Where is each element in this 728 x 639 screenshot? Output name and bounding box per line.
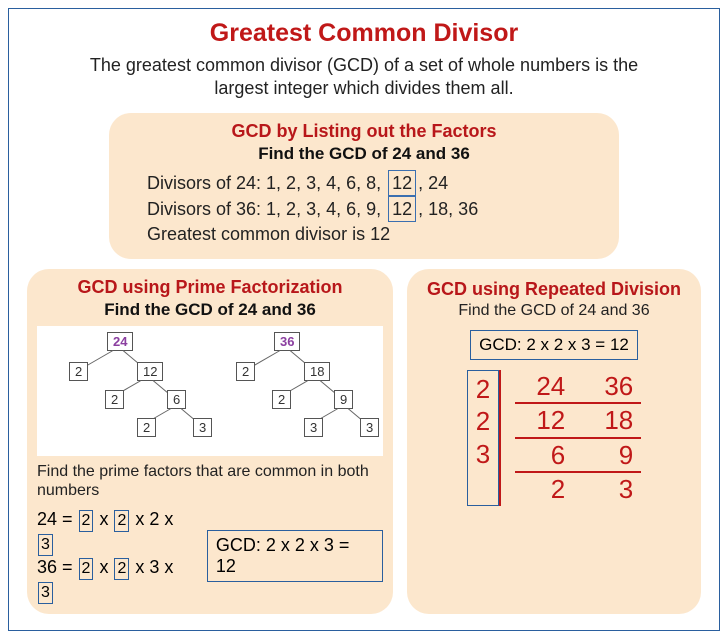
prime-note: Find the prime factors that are common i… <box>37 462 383 500</box>
divisors-36: Divisors of 36: 1, 2, 3, 4, 6, 9, 12, 18… <box>147 196 581 222</box>
prime-gcd-result: GCD: 2 x 2 x 3 = 12 <box>207 530 383 582</box>
tree-node: 6 <box>167 390 186 409</box>
factor-trees: 24 2 12 2 6 2 3 36 <box>37 326 383 456</box>
page-frame: Greatest Common Divisor The greatest com… <box>8 8 720 631</box>
prime-subtitle: Find the GCD of 24 and 36 <box>37 300 383 320</box>
listing-result: Greatest common divisor is 12 <box>147 222 581 246</box>
division-table: 2 2 3 2436 1218 69 23 <box>421 370 687 506</box>
highlight-12: 12 <box>388 196 416 222</box>
prime-title: GCD using Prime Factorization <box>37 277 383 298</box>
tree-node: 2 <box>105 390 124 409</box>
prime-card: GCD using Prime Factorization Find the G… <box>27 269 393 614</box>
tree-node: 3 <box>193 418 212 437</box>
tree-node: 9 <box>334 390 353 409</box>
tree-36: 36 2 18 2 9 3 3 <box>212 332 379 448</box>
division-divisors: 2 2 3 <box>467 370 499 506</box>
tree-node: 2 <box>137 418 156 437</box>
eq-24: 24 = 2 x 2 x 2 x 3 <box>37 508 195 556</box>
page-title: Greatest Common Divisor <box>27 19 701 48</box>
repeated-subtitle: Find the GCD of 24 and 36 <box>421 302 687 320</box>
repeated-gcd-result: GCD: 2 x 2 x 3 = 12 <box>470 330 638 360</box>
division-values: 2436 1218 69 23 <box>499 370 641 506</box>
tree-24: 24 2 12 2 6 2 3 <box>41 332 208 448</box>
listing-title: GCD by Listing out the Factors <box>125 121 603 142</box>
divisors-24: Divisors of 24: 1, 2, 3, 4, 6, 8, 12, 24 <box>147 170 581 196</box>
eq-36: 36 = 2 x 2 x 3 x 3 <box>37 556 195 604</box>
tree-node: 3 <box>304 418 323 437</box>
highlight-12: 12 <box>388 170 416 196</box>
tree-node: 2 <box>272 390 291 409</box>
listing-body: Divisors of 24: 1, 2, 3, 4, 6, 8, 12, 24… <box>125 170 603 247</box>
listing-card: GCD by Listing out the Factors Find the … <box>109 113 619 259</box>
prime-equations: 24 = 2 x 2 x 2 x 3 36 = 2 x 2 x 3 x 3 GC… <box>37 508 383 604</box>
intro-text: The greatest common divisor (GCD) of a s… <box>27 54 701 113</box>
repeated-card: GCD using Repeated Division Find the GCD… <box>407 269 701 614</box>
tree-node: 2 <box>69 362 88 381</box>
tree-node: 2 <box>236 362 255 381</box>
repeated-title: GCD using Repeated Division <box>421 279 687 300</box>
listing-subtitle: Find the GCD of 24 and 36 <box>125 144 603 164</box>
tree-node: 12 <box>137 362 163 381</box>
tree-node: 24 <box>107 332 133 351</box>
tree-node: 18 <box>304 362 330 381</box>
tree-node: 36 <box>274 332 300 351</box>
tree-node: 3 <box>360 418 379 437</box>
